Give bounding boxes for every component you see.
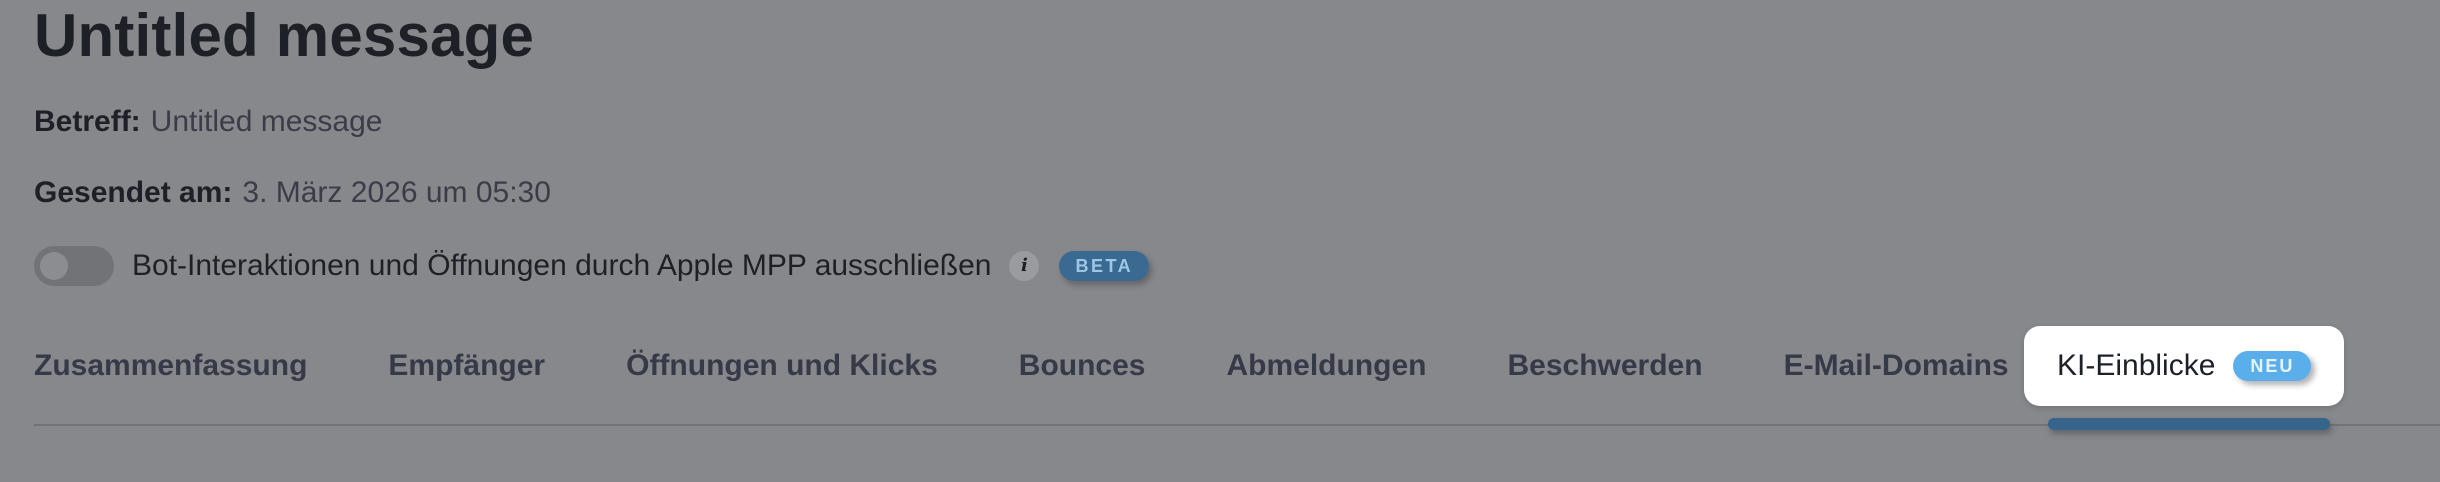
- message-report-page: Untitled message Betreff: Untitled messag…: [0, 0, 2440, 482]
- bot-filter-toggle[interactable]: [34, 246, 114, 286]
- tab-empfaenger[interactable]: Empfänger: [388, 326, 545, 406]
- neu-badge: NEU: [2233, 351, 2312, 381]
- tab-beschwerden[interactable]: Beschwerden: [1507, 326, 1702, 406]
- tab-email-domains[interactable]: E-Mail-Domains: [1784, 326, 2009, 406]
- beta-badge: BETA: [1059, 251, 1150, 281]
- page-title: Untitled message: [34, 2, 535, 69]
- sent-value: 3. März 2026 um 05:30: [242, 176, 551, 209]
- active-tab-indicator: [2048, 418, 2330, 430]
- tab-ki-einblicke-label: KI-Einblicke: [2057, 349, 2216, 382]
- bot-filter-row: Bot-Interaktionen und Öffnungen durch Ap…: [34, 246, 1150, 286]
- subject-label: Betreff:: [34, 105, 141, 138]
- info-icon[interactable]: i: [1009, 251, 1040, 281]
- sent-label: Gesendet am:: [34, 176, 233, 209]
- tab-oeffnungen-und-klicks[interactable]: Öffnungen und Klicks: [626, 326, 938, 406]
- tab-abmeldungen[interactable]: Abmeldungen: [1226, 326, 1426, 406]
- tab-ki-einblicke[interactable]: KI-Einblicke NEU: [2024, 326, 2344, 406]
- subject-row: Betreff: Untitled message: [34, 102, 382, 142]
- toggle-knob: [40, 252, 68, 280]
- tab-zusammenfassung[interactable]: Zusammenfassung: [34, 326, 307, 406]
- report-tabs: Zusammenfassung Empfänger Öffnungen und …: [34, 326, 2344, 406]
- subject-value: Untitled message: [150, 105, 383, 138]
- tab-bounces[interactable]: Bounces: [1019, 326, 1146, 406]
- bot-filter-label: Bot-Interaktionen und Öffnungen durch Ap…: [132, 249, 992, 282]
- sent-row: Gesendet am: 3. März 2026 um 05:30: [34, 173, 551, 213]
